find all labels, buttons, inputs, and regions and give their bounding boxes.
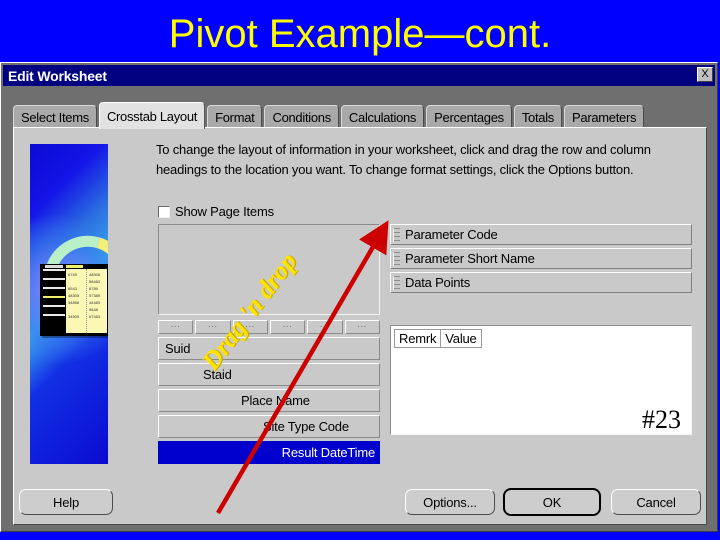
tab-select-items[interactable]: Select Items — [13, 105, 97, 129]
column-heading-parameter-code[interactable]: Parameter Code — [390, 224, 692, 245]
pivot-table-card-icon: 6749 8543 48305 34858 34509 48306 58483 … — [40, 264, 108, 336]
checkbox-box-icon[interactable] — [158, 205, 170, 218]
card-tab-right-icon — [66, 265, 83, 268]
column-heading-label: Data Points — [405, 275, 471, 290]
drag-grip-icon[interactable] — [393, 228, 400, 242]
show-page-items-checkbox[interactable]: Show Page Items — [158, 204, 274, 219]
card-sheet-right-column: 48306 58483 8789 57389 44483 9648 67483 — [86, 269, 107, 333]
data-points-pane[interactable]: Remrk Value #23 — [390, 325, 692, 435]
slide-number: #23 — [642, 405, 681, 434]
placeholder-cell[interactable]: ... — [269, 320, 306, 334]
tab-crosstab-layout[interactable]: Crosstab Layout — [98, 102, 206, 129]
tab-percentages[interactable]: Percentages — [426, 105, 512, 129]
tab-totals[interactable]: Totals — [513, 105, 563, 129]
tab-format[interactable]: Format — [207, 105, 263, 129]
card-bars-icon — [43, 269, 65, 333]
data-pane-header-row: Remrk Value — [394, 329, 691, 348]
column-heading-data-points[interactable]: Data Points — [390, 272, 692, 293]
data-pane-header-value[interactable]: Value — [440, 329, 482, 348]
dialog-titlebar: Edit Worksheet X — [3, 65, 715, 86]
column-heading-label: Parameter Code — [405, 227, 498, 242]
row-heading-placeholder-row: ... ... ... ... ... ... — [158, 320, 380, 334]
dialog-title: Edit Worksheet — [8, 67, 107, 84]
tab-strip: Select Items Crosstab Layout Format Cond… — [13, 102, 707, 129]
column-heading-parameter-short-name[interactable]: Parameter Short Name — [390, 248, 692, 269]
row-heading-result-datetime[interactable]: Result DateTime — [158, 441, 380, 464]
help-button[interactable]: Help — [19, 489, 113, 515]
row-heading-place-name[interactable]: Place Name — [158, 389, 380, 412]
instructions-text: To change the layout of information in y… — [156, 142, 651, 177]
data-pane-header-remrk[interactable]: Remrk — [394, 329, 441, 348]
pivot-illustration-icon: 6749 8543 48305 34858 34509 48306 58483 … — [30, 144, 108, 464]
crosstab-layout-area: Parameter Code Parameter Short Name Data… — [158, 224, 692, 514]
row-heading-staid[interactable]: Staid — [158, 363, 380, 386]
placeholder-cell[interactable]: ... — [344, 320, 380, 334]
placeholder-cell[interactable]: ... — [307, 320, 343, 334]
drag-grip-icon[interactable] — [393, 252, 400, 266]
cancel-button[interactable]: Cancel — [611, 489, 701, 515]
show-page-items-label: Show Page Items — [175, 204, 274, 219]
page-title: Pivot Example—cont. — [168, 12, 552, 56]
tab-parameters[interactable]: Parameters — [564, 105, 645, 129]
tab-page-crosstab-layout: 6749 8543 48305 34858 34509 48306 58483 … — [13, 127, 707, 525]
ok-button[interactable]: OK — [503, 488, 601, 516]
drag-grip-icon[interactable] — [393, 276, 400, 290]
placeholder-cell[interactable]: ... — [158, 320, 194, 334]
row-heading-suid[interactable]: Suid — [158, 337, 380, 360]
card-sheet-icon: 6749 8543 48305 34858 34509 48306 58483 … — [66, 269, 107, 333]
tab-calculations[interactable]: Calculations — [340, 105, 425, 129]
tab-conditions[interactable]: Conditions — [264, 105, 339, 129]
slide-canvas: Pivot Example—cont. Edit Worksheet X Sel… — [0, 0, 720, 540]
column-headings-stack: Parameter Code Parameter Short Name Data… — [390, 224, 692, 296]
edit-worksheet-dialog: Edit Worksheet X Select Items Crosstab L… — [0, 62, 718, 532]
dialog-button-bar: Help Options... OK Cancel — [1, 473, 717, 531]
row-heading-site-type-code[interactable]: Site Type Code — [158, 415, 380, 438]
row-headings-stack: Suid Staid Place Name Site Type Code Res… — [158, 337, 380, 467]
close-icon[interactable]: X — [697, 67, 713, 82]
card-sheet-left-column: 6749 8543 48305 34858 34509 — [68, 272, 80, 319]
options-button[interactable]: Options... — [405, 489, 495, 515]
column-heading-label: Parameter Short Name — [405, 251, 535, 266]
card-tab-left-icon — [45, 265, 63, 268]
